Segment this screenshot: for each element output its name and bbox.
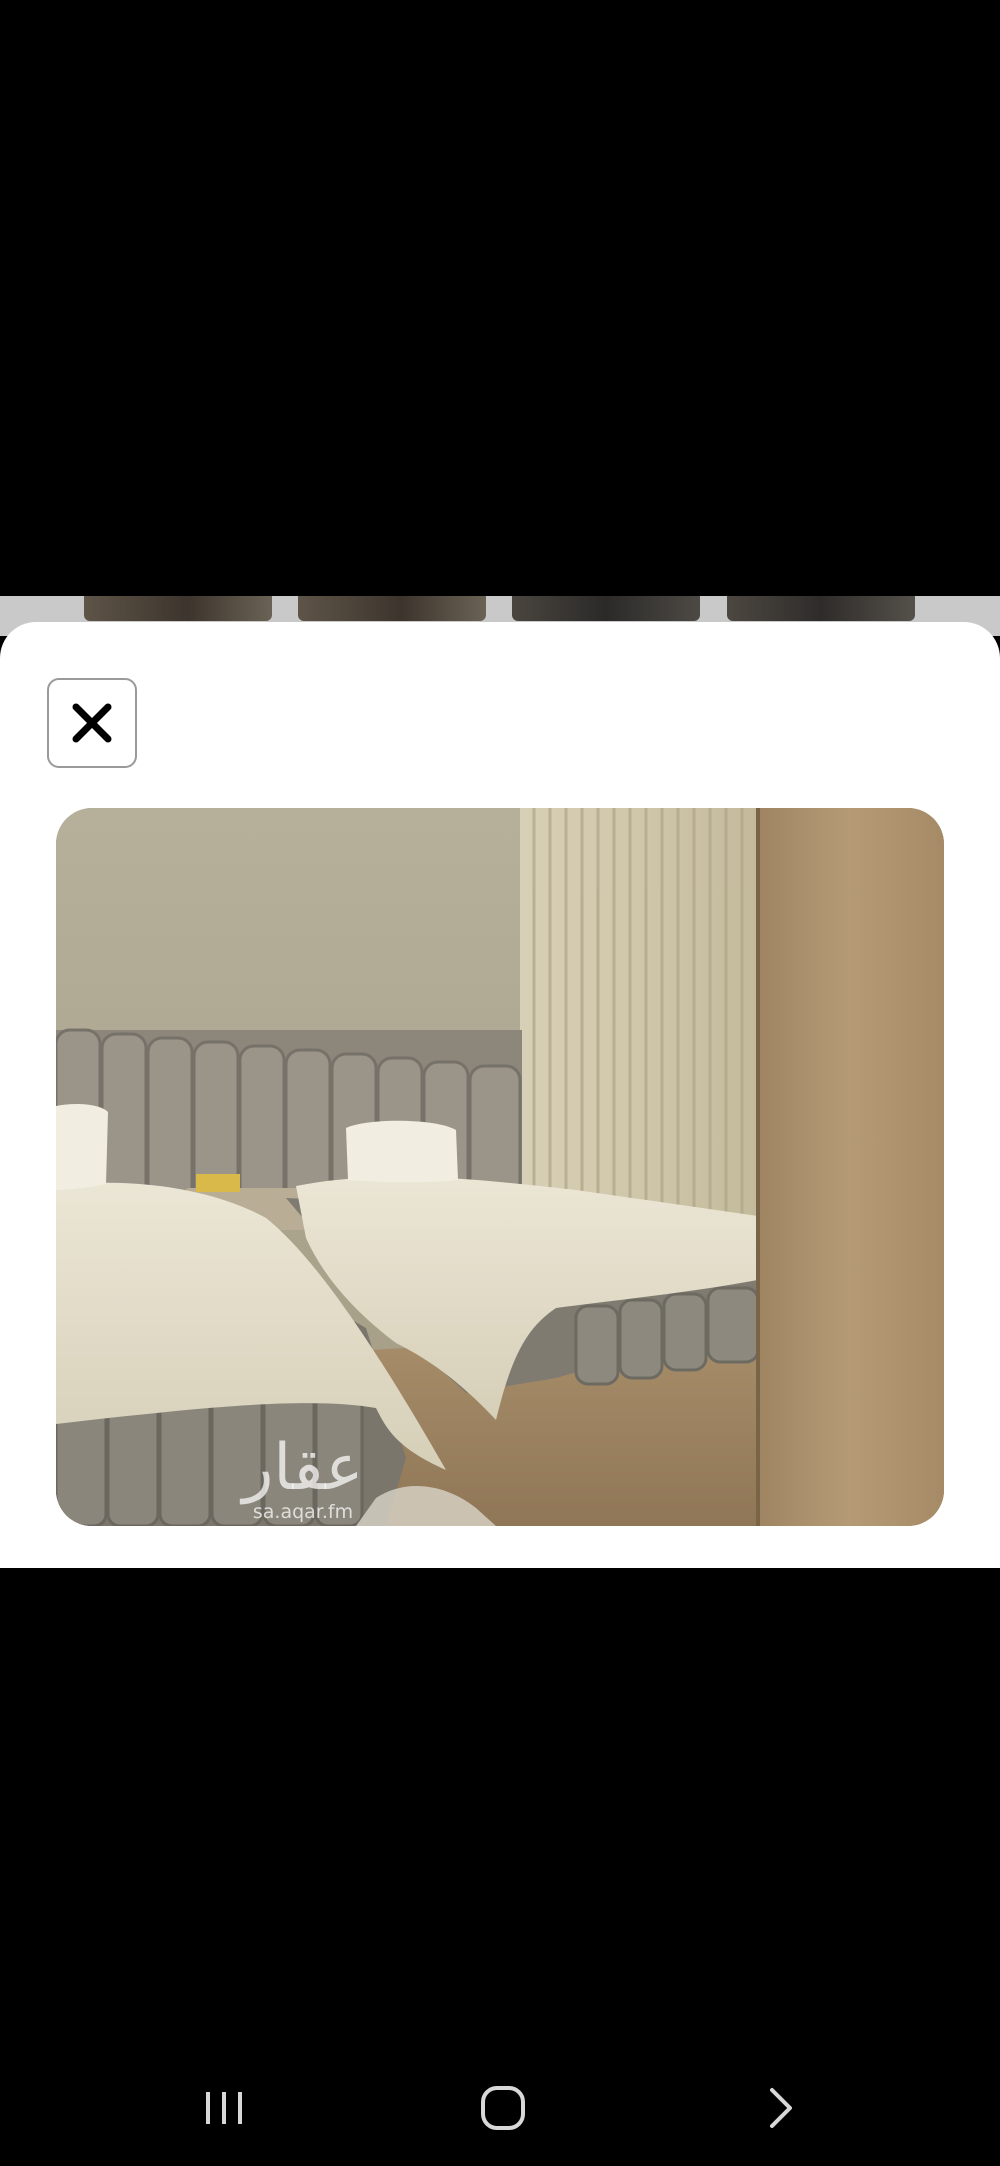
photo-thumbnail[interactable] <box>298 596 486 621</box>
home-icon <box>481 2086 525 2130</box>
watermark-url: sa.aqar.fm <box>252 1501 354 1523</box>
recent-apps-button[interactable] <box>189 2078 259 2138</box>
screen: عقار sa.aqar.fm <box>0 0 1000 2166</box>
home-button[interactable] <box>468 2078 538 2138</box>
listing-photo[interactable]: عقار sa.aqar.fm <box>56 808 944 1526</box>
back-button[interactable] <box>747 2078 817 2138</box>
close-button[interactable] <box>47 678 137 768</box>
system-navigation-bar <box>0 2060 1000 2152</box>
close-icon <box>72 703 112 743</box>
watermark-logo: عقار <box>242 1431 364 1505</box>
back-icon <box>770 2088 792 2128</box>
photo-thumbnail[interactable] <box>512 596 700 621</box>
watermark: عقار sa.aqar.fm <box>218 1436 388 1522</box>
bedroom-image <box>56 808 944 1526</box>
recent-apps-icon <box>206 2092 242 2124</box>
photo-thumbnail[interactable] <box>727 596 915 621</box>
photo-thumbnail[interactable] <box>84 596 272 621</box>
